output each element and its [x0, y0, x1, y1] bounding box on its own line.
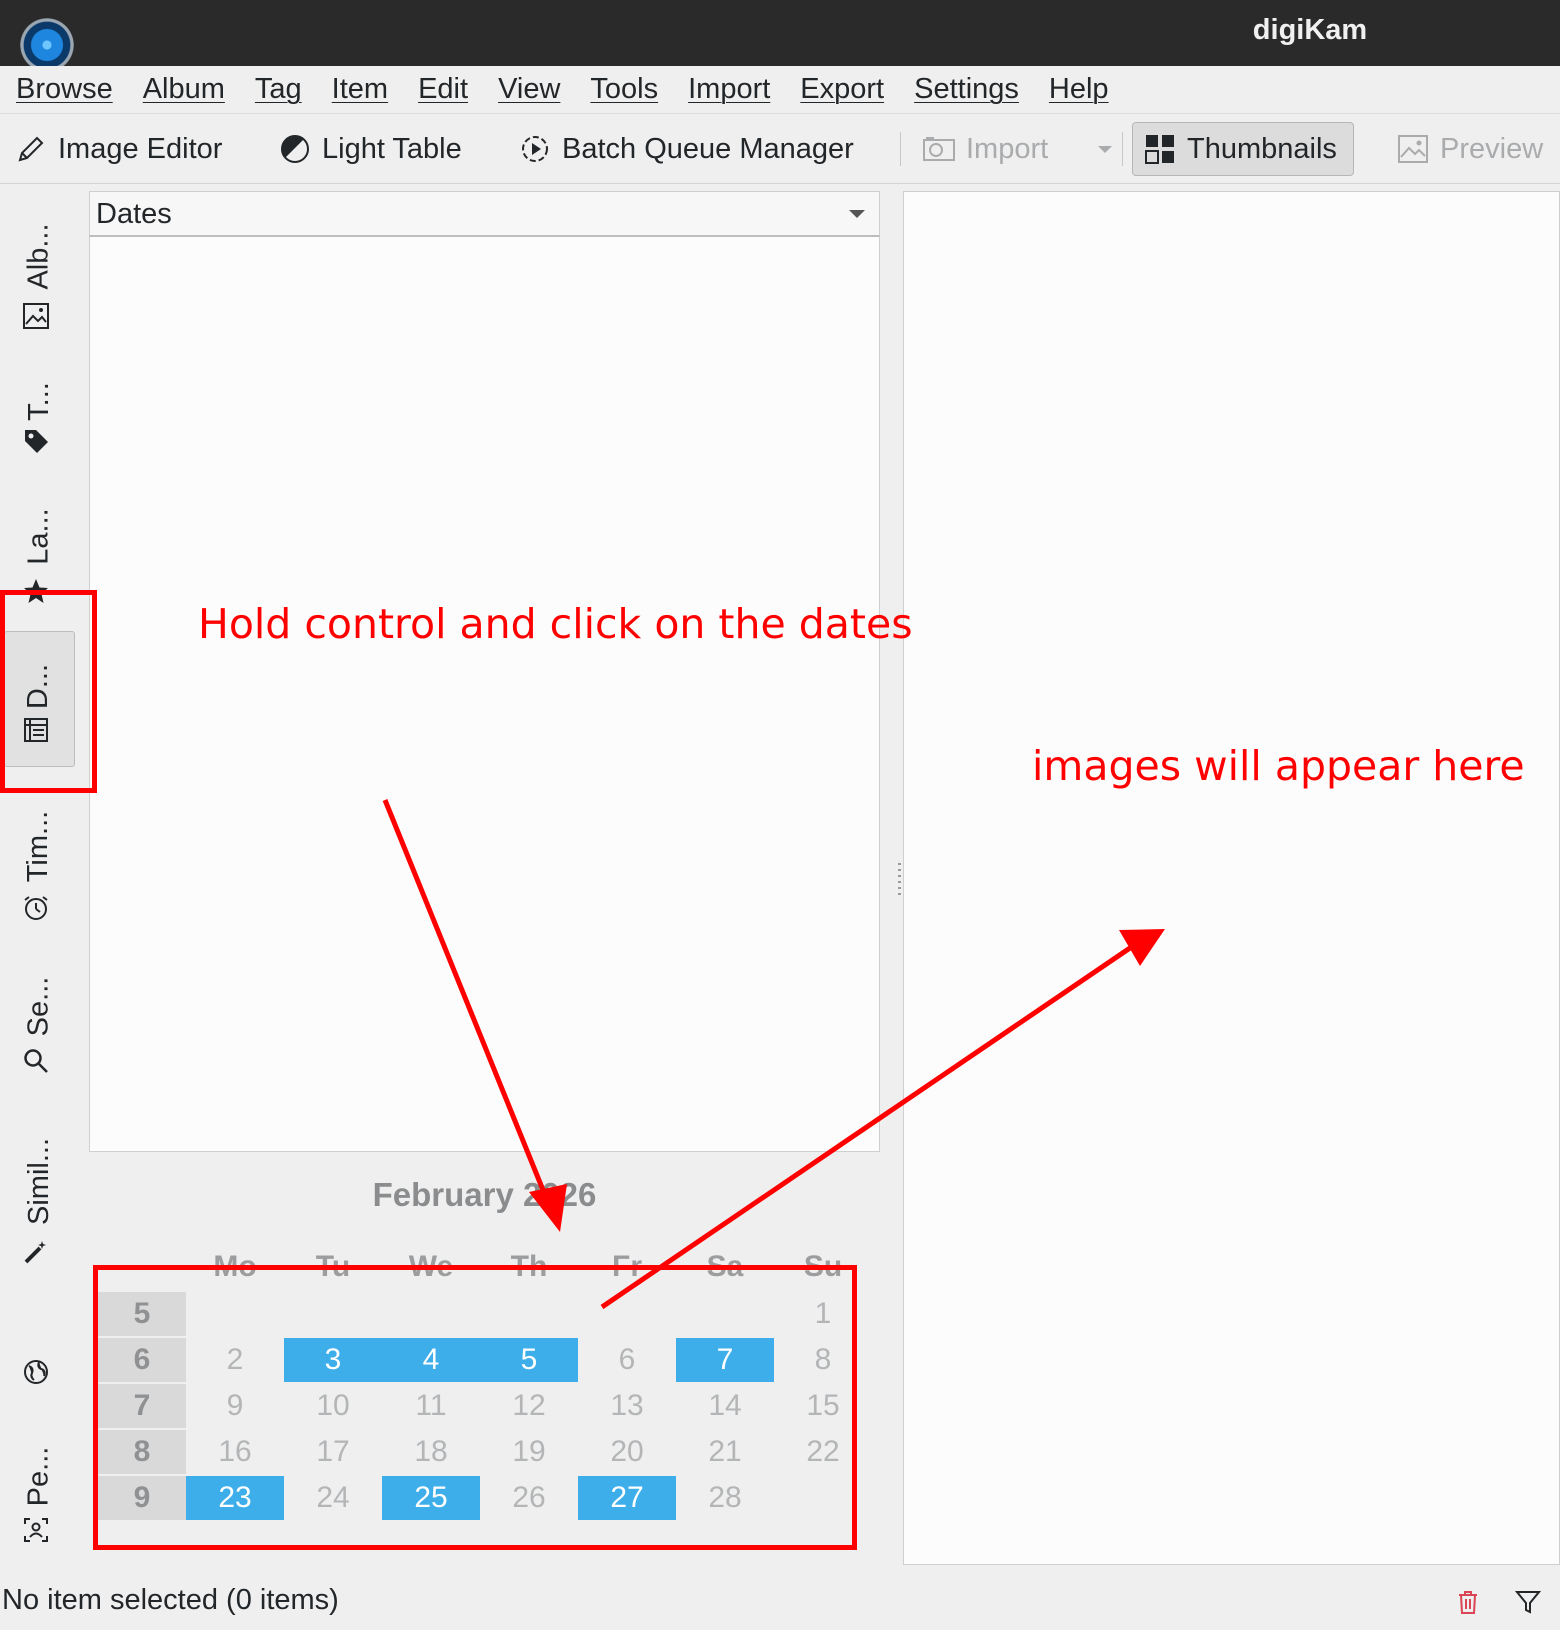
image-editor-button[interactable]: Image Editor: [14, 122, 222, 176]
clock-icon[interactable]: [20, 892, 52, 924]
sidebar-tab-label: Alb...: [22, 223, 55, 290]
camera-icon: [922, 132, 956, 166]
menu-view[interactable]: View: [498, 73, 560, 106]
title-bar: digiKam: [0, 0, 1560, 74]
thumbnails-view-button[interactable]: Thumbnails: [1132, 122, 1354, 176]
sidebar-tab-timeline[interactable]: Tim...: [4, 790, 74, 882]
menu-album[interactable]: Album: [143, 73, 225, 106]
search-icon[interactable]: [20, 1045, 52, 1077]
magic-wand-icon[interactable]: [20, 1236, 52, 1268]
sidebar-tab-label: Pe...: [22, 1446, 55, 1507]
annotation-result: images will appear here: [1032, 742, 1525, 790]
sidebar-tab-label: La...: [22, 508, 55, 565]
filter-icon[interactable]: [1512, 1586, 1544, 1618]
image-editor-label: Image Editor: [58, 132, 223, 165]
light-table-button[interactable]: Light Table: [278, 122, 462, 176]
window-title: digiKam: [1252, 14, 1368, 46]
menu-item[interactable]: Item: [332, 73, 388, 106]
menu-bar: Browse Album Tag Item Edit View Tools Im…: [0, 66, 1560, 114]
panel-splitter-handle[interactable]: [898, 863, 901, 899]
dates-tree-list[interactable]: [89, 237, 880, 1152]
trash-icon[interactable]: [1452, 1586, 1484, 1618]
dates-combobox-value: Dates: [96, 198, 172, 230]
import-label: Import: [966, 132, 1049, 165]
menu-browse[interactable]: Browse: [16, 73, 113, 106]
sidebar-tab-labels[interactable]: La...: [4, 490, 74, 564]
sidebar-tab-similarity[interactable]: Simil...: [4, 1115, 74, 1225]
annotation-box-dates-tab: [0, 590, 97, 793]
menu-settings[interactable]: Settings: [914, 73, 1019, 106]
light-table-label: Light Table: [322, 132, 462, 165]
sidebar-tab-people[interactable]: Pe...: [4, 1430, 74, 1507]
pencil-icon: [14, 132, 48, 166]
thumbnails-view[interactable]: [903, 191, 1560, 1565]
toolbar-separator: [900, 132, 901, 166]
light-table-icon: [278, 132, 312, 166]
status-bar: No item selected (0 items): [0, 1570, 1560, 1630]
batch-queue-label: Batch Queue Manager: [562, 132, 854, 165]
batch-queue-manager-button[interactable]: Batch Queue Manager: [518, 122, 854, 176]
menu-import[interactable]: Import: [688, 73, 770, 106]
sidebar-tab-albums[interactable]: Alb...: [4, 200, 74, 289]
preview-label: Preview: [1440, 132, 1544, 165]
sidebar-tab-label: Se...: [22, 976, 55, 1037]
menu-tools[interactable]: Tools: [590, 73, 658, 106]
menu-help[interactable]: Help: [1049, 73, 1109, 106]
thumbnails-grid-icon: [1143, 132, 1177, 166]
tag-icon[interactable]: [20, 425, 52, 457]
thumbnails-label: Thumbnails: [1187, 132, 1337, 165]
menu-edit[interactable]: Edit: [418, 73, 468, 106]
menu-export[interactable]: Export: [800, 73, 884, 106]
chevron-down-icon: [849, 210, 865, 218]
batch-queue-icon: [518, 132, 552, 166]
image-album-icon[interactable]: [20, 300, 52, 332]
dates-view-combobox[interactable]: Dates: [89, 191, 880, 237]
status-text: No item selected (0 items): [2, 1584, 339, 1616]
sidebar-tab-tags[interactable]: T...: [4, 360, 74, 421]
toolbar-separator: [1122, 132, 1123, 166]
sidebar-tab-label: T...: [22, 382, 55, 421]
calendar-month-title: February 2026: [372, 1176, 597, 1213]
annotation-instruction: Hold control and click on the dates: [198, 600, 913, 648]
globe-icon[interactable]: [20, 1356, 52, 1388]
sidebar-tab-label: Tim...: [22, 810, 55, 883]
preview-view-button[interactable]: Preview: [1396, 122, 1543, 176]
main-toolbar: Image Editor Light Table Batch Queue Man…: [0, 114, 1560, 184]
import-button[interactable]: Import: [922, 122, 1048, 176]
image-preview-icon: [1396, 132, 1430, 166]
face-tag-icon[interactable]: [20, 1514, 52, 1546]
menu-tag[interactable]: Tag: [255, 73, 302, 106]
sidebar-tab-label: Simil...: [22, 1138, 55, 1225]
annotation-box-calendar: [93, 1265, 857, 1550]
sidebar-tab-search[interactable]: Se...: [4, 955, 74, 1037]
import-dropdown-arrow-icon[interactable]: [1098, 146, 1112, 153]
